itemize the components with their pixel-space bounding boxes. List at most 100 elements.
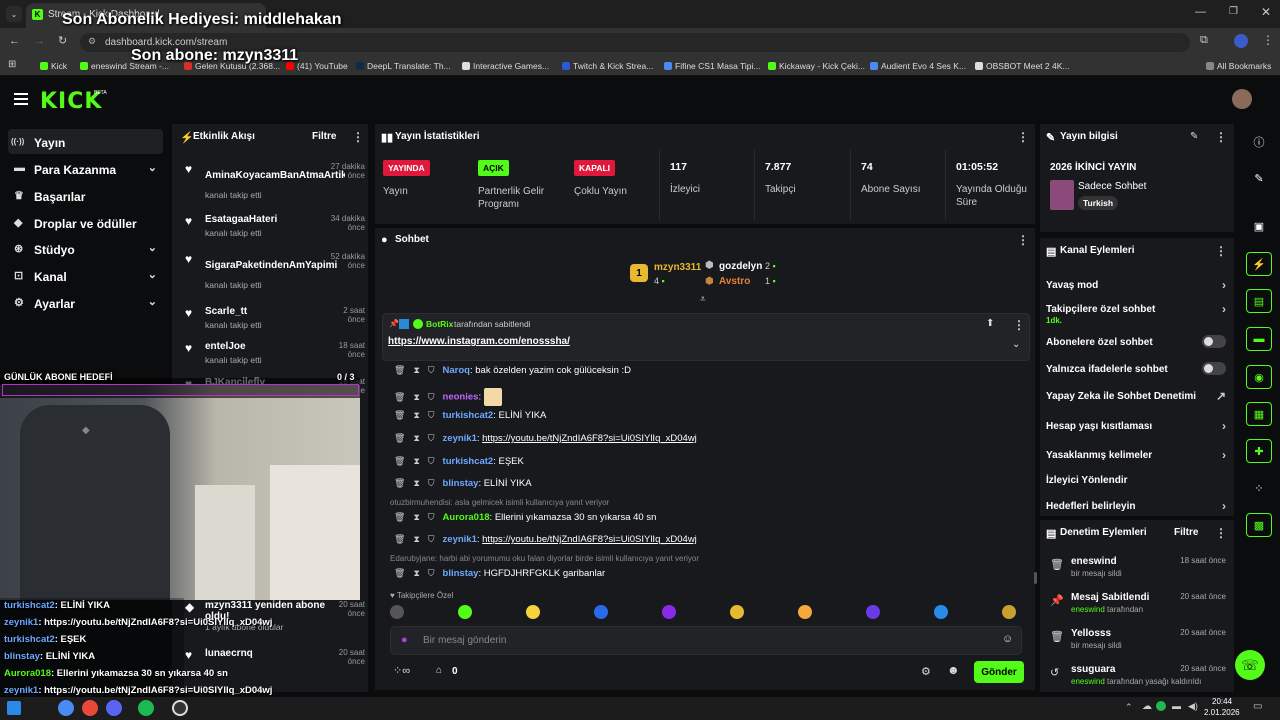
chat-message[interactable]: 🗑 ⧗ ⛉ Aurora018: Ellerini yıkamazsa 30 sn y… [394, 512, 656, 523]
mod-action-item[interactable]: 🗑 eneswind bir mesajı sildi 18 saat önce [1046, 556, 1228, 584]
timeout-icon[interactable]: ⧗ [413, 433, 419, 443]
taskbar-obs-icon[interactable] [172, 700, 188, 716]
chat-message[interactable]: 🗑 ⧗ ⛉ zeynik1: https://youtu.be/tNjZndIA6F8… [394, 433, 697, 444]
site-info-icon[interactable]: ⚙ [88, 36, 96, 47]
chat-settings-icon[interactable]: ⚙ [921, 665, 931, 678]
chat-username[interactable]: turkishcat2 [443, 456, 494, 467]
clipboard-icon[interactable]: ▤ [1246, 289, 1272, 313]
chat-username[interactable]: Naroq [443, 365, 470, 376]
timeout-icon[interactable]: ⧗ [413, 365, 419, 375]
stream-info-more-icon[interactable]: ⋮ [1215, 130, 1227, 144]
info-icon[interactable]: ⓘ [1246, 130, 1272, 154]
channel-action-2[interactable]: Abonelere özel sohbet [1046, 335, 1228, 357]
channel-action-4[interactable]: Yapay Zeka ile Sohbet Denetimi ↗ [1046, 389, 1228, 411]
chevron-down-icon[interactable]: ⌄ [148, 295, 157, 308]
channel-action-0[interactable]: Yavaş mod › [1046, 278, 1228, 300]
delete-message-icon[interactable]: 🗑 [394, 534, 405, 544]
timeout-icon[interactable]: ⧗ [413, 512, 419, 522]
mod-filter-button[interactable]: Filtre [1174, 527, 1198, 538]
emote-icon[interactable] [458, 605, 472, 619]
bookmark-item[interactable]: Twitch & Kick Strea... [562, 61, 653, 71]
delete-message-icon[interactable]: 🗑 [394, 365, 405, 375]
collapse-icon[interactable]: ⩡ [700, 294, 706, 305]
chat-username[interactable]: turkishcat2 [443, 410, 494, 421]
chat-message[interactable]: 🗑 ⧗ ⛉ turkishcat2: EŞEK [394, 456, 524, 467]
pinned-link[interactable]: https://www.instagram.com/enosssha/ [388, 336, 570, 347]
activity-user[interactable]: entelJoe [205, 341, 345, 352]
maximize-icon[interactable]: ❐ [1229, 6, 1238, 17]
tray-spotify-icon[interactable] [1156, 701, 1166, 711]
activity-user[interactable]: EsatagaaHateri [205, 214, 345, 225]
external-link-icon[interactable]: ↗ [1216, 389, 1226, 403]
timeout-icon[interactable]: ⧗ [413, 392, 419, 402]
store-icon[interactable]: ⌂ [436, 665, 442, 676]
mic-icon[interactable]: ● [401, 634, 408, 646]
timeout-icon[interactable]: ⧗ [413, 534, 419, 544]
chat-users-icon[interactable]: ☻ [947, 663, 960, 677]
stats-more-icon[interactable]: ⋮ [1017, 130, 1029, 144]
chat-message[interactable]: 🗑 ⧗ ⛉ turkishcat2: ELİNİ YIKA [394, 410, 546, 421]
gift-dots-icon[interactable]: ⁘ [1246, 476, 1272, 500]
expand-pinned-icon[interactable]: ⌄ [1012, 339, 1020, 350]
gifter-name[interactable]: gozdelyn [719, 261, 762, 272]
timeout-icon[interactable]: ⧗ [413, 410, 419, 420]
all-bookmarks[interactable]: All Bookmarks [1206, 61, 1271, 71]
activity-filter-button[interactable]: Filtre [312, 131, 336, 142]
chevron-right-icon[interactable]: › [1222, 419, 1226, 433]
taskbar-app-icon[interactable] [58, 700, 74, 716]
send-button[interactable]: Gönder [974, 661, 1024, 683]
activity-user[interactable]: Scarle_tt [205, 306, 345, 317]
chat-username[interactable]: zeynik1 [443, 433, 477, 444]
delete-message-icon[interactable]: 🗑 [394, 478, 405, 488]
tray-volume-icon[interactable]: ◀) [1188, 701, 1198, 712]
mod-action-item[interactable]: 📌 Mesaj Sabitlendi eneswind tarafından 20 s… [1046, 592, 1228, 620]
channel-action-8[interactable]: Hedefleri belirleyin › [1046, 499, 1228, 521]
tray-chevron-icon[interactable]: ⌃ [1125, 702, 1133, 713]
delete-message-icon[interactable]: 🗑 [394, 512, 405, 522]
delete-message-icon[interactable]: 🗑 [394, 392, 405, 402]
channel-actions-more-icon[interactable]: ⋮ [1215, 244, 1227, 258]
chat-bubble-icon[interactable]: ▬ [1246, 327, 1272, 351]
edit-icon[interactable]: ✎ [1190, 131, 1198, 142]
chat-message[interactable]: 🗑 ⧗ ⛉ zeynik1: https://youtu.be/tNjZndIA6F8… [394, 534, 697, 545]
bookmark-item[interactable]: Fifine CS1 Masa Tipi... [664, 61, 761, 71]
toggle-switch[interactable] [1202, 362, 1226, 375]
mod-action-item[interactable]: ↺ ssuguara eneswind tarafından yasağı kald… [1046, 664, 1228, 692]
activity-item[interactable]: ♥ Scarle_tt kanalı takip etti 2 saat önce [185, 306, 365, 342]
apps-grid-icon[interactable]: ⊞ [8, 59, 16, 70]
nav-item-trophy[interactable]: ♛ Başarılar [8, 183, 163, 208]
channel-action-5[interactable]: Hesap yaşı kısıtlaması › [1046, 419, 1228, 441]
bookmark-item[interactable]: OBSBOT Meet 2 4K... [975, 61, 1069, 71]
chevron-right-icon[interactable]: › [1222, 448, 1226, 462]
taskbar-app-icon[interactable] [138, 700, 154, 716]
emote-icon[interactable] [934, 605, 948, 619]
activity-item[interactable]: ♥ SigaraPaketindenAmYapimi kanalı takip et… [185, 252, 365, 290]
screen-icon[interactable]: ▣ [1246, 214, 1272, 238]
nav-item-channel[interactable]: ⊡ Kanal ⌄ [8, 263, 163, 288]
browser-menu-icon[interactable]: ⋮ [1262, 33, 1274, 47]
chat-message[interactable]: 🗑 ⧗ ⛉ neonies: [394, 388, 502, 406]
taskbar-time[interactable]: 20:44 [1212, 697, 1232, 706]
timeout-icon[interactable]: ⧗ [413, 478, 419, 488]
chat-message[interactable]: 🗑 ⧗ ⛉ Naroq: bak özelden yazim cok gülüceks… [394, 365, 631, 376]
emote-icon[interactable] [798, 605, 812, 619]
minimize-icon[interactable]: — [1195, 6, 1206, 18]
channel-action-7[interactable]: İzleyici Yönlendir [1046, 475, 1228, 495]
clapper-icon[interactable]: ▩ [1246, 513, 1272, 537]
emote-image[interactable] [483, 388, 502, 406]
broadcast-wave-icon[interactable]: ◉ [1246, 365, 1272, 389]
activity-item[interactable]: ♥ AminaKoyacamBanAtmaArtik kanalı takip et… [185, 162, 365, 200]
chat-username[interactable]: blinstay [443, 478, 479, 489]
store-box-icon[interactable]: ▦ [1246, 402, 1272, 426]
start-icon[interactable] [7, 701, 21, 715]
bookmark-item[interactable]: Audient Evo 4 Ses K... [870, 61, 966, 71]
tray-network-icon[interactable]: ▬ [1172, 701, 1181, 711]
chat-message[interactable]: 🗑 ⧗ ⛉ blinstay: ELİNİ YIKA [394, 478, 532, 489]
nav-item-broadcast[interactable]: ((·)) Yayın [8, 129, 163, 154]
chevron-right-icon[interactable]: › [1222, 278, 1226, 292]
bookmark-item[interactable]: Interactive Games... [462, 61, 549, 71]
nav-item-studio[interactable]: ⊛ Stüdyo ⌄ [8, 236, 163, 261]
top-gifter-name[interactable]: mzyn3311 [654, 262, 701, 273]
hamburger-menu-icon[interactable] [14, 93, 28, 95]
notifications-icon[interactable]: ▭ [1253, 701, 1262, 712]
